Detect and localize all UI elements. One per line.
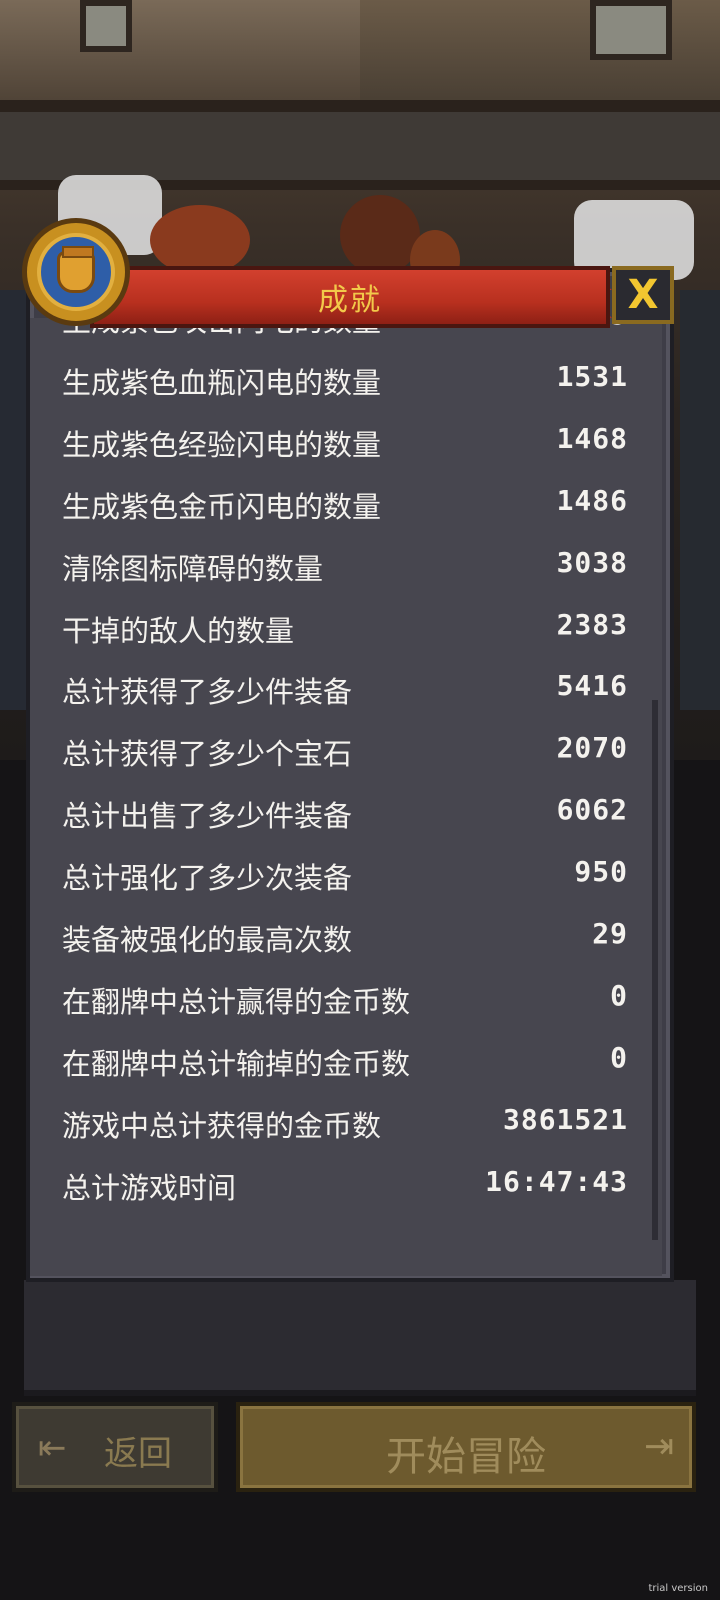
stat-value: 1531 — [556, 359, 628, 393]
start-button-label: 开始冒险 — [386, 1434, 546, 1480]
stat-label: 生成紫色血瓶闪电的数量 — [62, 365, 382, 400]
stat-value: 5416 — [556, 669, 628, 703]
stat-row: 在翻牌中总计输掉的金币数 0 — [30, 1031, 662, 1093]
stat-label: 总计获得了多少件装备 — [62, 675, 353, 710]
scrollbar[interactable] — [652, 700, 658, 1240]
stat-row: 生成紫色经验闪电的数量 1468 — [30, 412, 662, 474]
stat-row: 清除图标障碍的数量 3038 — [30, 536, 662, 598]
stat-label: 总计获得了多少个宝石 — [62, 737, 353, 772]
stat-row: 总计游戏时间 16:47:43 — [30, 1155, 662, 1217]
decoration — [340, 195, 420, 275]
stat-label: 生成紫色经验闪电的数量 — [62, 427, 382, 462]
side-shadow — [680, 290, 720, 710]
window — [80, 0, 132, 52]
title-banner: 成就 — [90, 266, 610, 328]
stat-row: 生成紫色金币闪电的数量 1486 — [30, 474, 662, 536]
stat-value: 1486 — [556, 483, 628, 517]
badge-inner — [37, 233, 115, 311]
stat-row: 总计获得了多少个宝石 2070 — [30, 721, 662, 783]
close-icon: X — [627, 272, 659, 318]
stat-value: 16:47:43 — [485, 1164, 628, 1198]
roof — [0, 0, 360, 110]
achievement-badge — [22, 218, 130, 326]
stat-row: 总计出售了多少件装备 6062 — [30, 783, 662, 845]
stat-value: 2383 — [556, 607, 628, 641]
stat-row: 在翻牌中总计赢得的金币数 0 — [30, 969, 662, 1031]
dialog-title: 成就 — [318, 283, 382, 318]
stat-row: 总计获得了多少件装备 5416 — [30, 659, 662, 721]
stat-label: 总计出售了多少件装备 — [62, 799, 353, 834]
stat-label: 在翻牌中总计输掉的金币数 — [62, 1046, 411, 1081]
stat-label: 装备被强化的最高次数 — [62, 923, 353, 957]
jar-icon — [57, 246, 95, 293]
exit-arrow-icon: ⇤ — [38, 1428, 67, 1468]
stat-value: 6062 — [556, 793, 628, 827]
stats-list[interactable]: 生成紫色攻击闪电的数量1239生成紫色血瓶闪电的数量1531生成紫色经验闪电的数… — [30, 318, 662, 1258]
stat-label: 清除图标障碍的数量 — [62, 551, 324, 586]
stat-label: 总计游戏时间 — [62, 1170, 237, 1205]
stat-value: 29 — [592, 917, 628, 950]
stat-value: 2070 — [556, 731, 628, 765]
stat-row: 装备被强化的最高次数 29 — [30, 907, 662, 969]
stat-value: 3861521 — [502, 1102, 628, 1136]
start-adventure-button[interactable]: 开始冒险 ⇥ — [236, 1402, 696, 1492]
stat-row: 干掉的敌人的数量 2383 — [30, 598, 662, 660]
stat-value: 0 — [610, 1040, 628, 1074]
stat-row: 总计强化了多少次装备 950 — [30, 845, 662, 907]
stat-label: 在翻牌中总计赢得的金币数 — [62, 984, 411, 1019]
watermark: trial version — [648, 1583, 708, 1594]
stat-value: 950 — [574, 855, 628, 889]
stat-value: 1468 — [556, 421, 628, 455]
close-button[interactable]: X — [612, 266, 674, 324]
window — [590, 0, 672, 60]
back-button[interactable]: ⇤ 返回 — [12, 1402, 218, 1492]
back-button-label: 返回 — [104, 1434, 172, 1474]
stat-row: 游戏中总计获得的金币数 3861521 — [30, 1093, 662, 1155]
stat-label: 游戏中总计获得的金币数 — [62, 1108, 382, 1143]
stat-row: 生成紫色血瓶闪电的数量 1531 — [30, 350, 662, 412]
decoration — [150, 205, 250, 275]
stat-label: 干掉的敌人的数量 — [62, 613, 295, 648]
dialog-base — [24, 1280, 696, 1396]
stat-label: 生成紫色金币闪电的数量 — [62, 489, 382, 524]
stat-label: 总计强化了多少次装备 — [62, 861, 353, 896]
beam — [0, 100, 720, 112]
stat-value: 0 — [610, 978, 628, 1012]
stat-value: 3038 — [556, 545, 628, 579]
enter-arrow-icon: ⇥ — [643, 1426, 674, 1467]
